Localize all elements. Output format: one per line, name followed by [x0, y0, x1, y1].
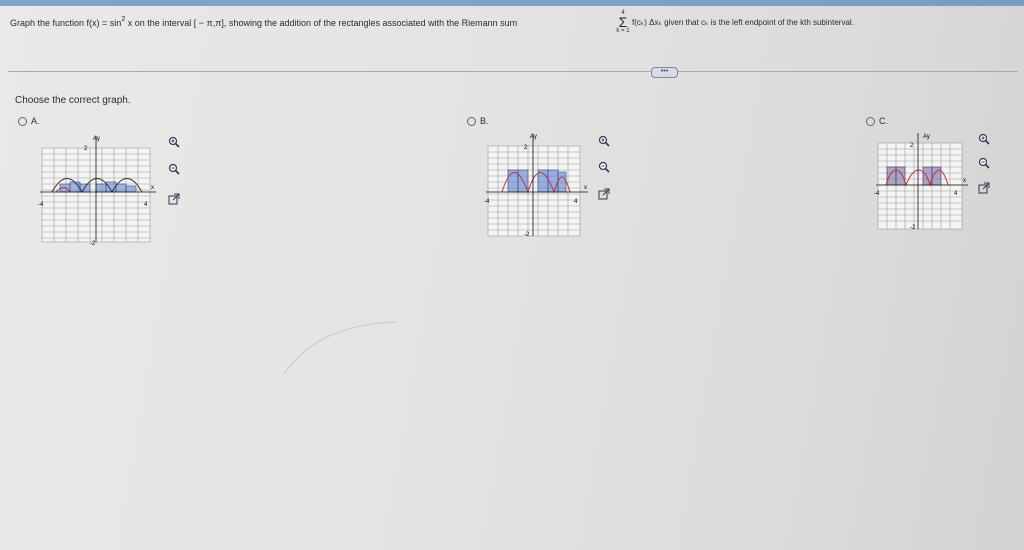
zoom-in-icon[interactable] [598, 135, 610, 147]
question-text: Graph the function f(x) = sin2 x on the … [10, 10, 854, 34]
tick-label-left: -4 [38, 202, 44, 208]
expand-button[interactable]: ••• [651, 67, 678, 78]
grid-lines [877, 142, 963, 230]
y-axis-label: Ay [530, 134, 537, 140]
zoom-out-icon[interactable] [978, 157, 990, 169]
radio-button-a[interactable] [18, 116, 27, 126]
tick-label-bottom: -2 [910, 225, 916, 231]
option-a-label: A. [31, 116, 40, 126]
option-b-label: B. [480, 116, 489, 126]
graph-c[interactable]: Ay x 2 -2 -4 4 [874, 131, 970, 235]
question-exponent: 2 [121, 16, 126, 23]
radio-button-c[interactable] [866, 116, 875, 126]
zoom-in-icon[interactable] [168, 136, 180, 148]
sum-lower-limit: k = 1 [616, 28, 630, 34]
question-middle: x on the interval [ − π,π], showing the … [125, 18, 518, 28]
tick-label-bottom: -2 [90, 241, 96, 246]
option-a[interactable]: A. [18, 116, 40, 126]
radio-button-b[interactable] [467, 116, 476, 126]
y-axis-label: Ay [923, 134, 930, 140]
top-accent-bar [0, 0, 1024, 6]
popout-icon[interactable] [168, 193, 180, 205]
question-prefix: Graph the function f(x) = sin [10, 18, 122, 28]
question-tail: f(cₖ) Δxₖ given that cₖ is the left endp… [632, 18, 854, 27]
screen-glare-mark [283, 321, 397, 375]
zoom-in-icon[interactable] [978, 133, 990, 145]
option-c-label: C. [879, 116, 888, 126]
graph-a[interactable]: Ay x 2 -2 -4 4 [38, 134, 160, 246]
tick-label-bottom: -2 [524, 232, 530, 238]
zoom-out-icon[interactable] [168, 163, 180, 175]
popout-icon[interactable] [598, 188, 610, 200]
popout-icon[interactable] [978, 182, 990, 194]
graph-b[interactable]: Ay x 2 -2 -4 4 [484, 132, 594, 240]
section-divider [8, 71, 1018, 72]
tick-label-left: -4 [484, 199, 490, 205]
prompt-text: Choose the correct graph. [15, 95, 131, 106]
x-axis-label: x [151, 185, 154, 191]
y-axis-label: Ay [93, 136, 100, 142]
tick-label-left: -4 [874, 191, 880, 197]
x-axis-label: x [963, 178, 966, 184]
option-b[interactable]: B. [467, 116, 489, 126]
x-axis-label: x [584, 185, 587, 191]
option-c[interactable]: C. [866, 116, 888, 126]
zoom-out-icon[interactable] [598, 161, 610, 173]
